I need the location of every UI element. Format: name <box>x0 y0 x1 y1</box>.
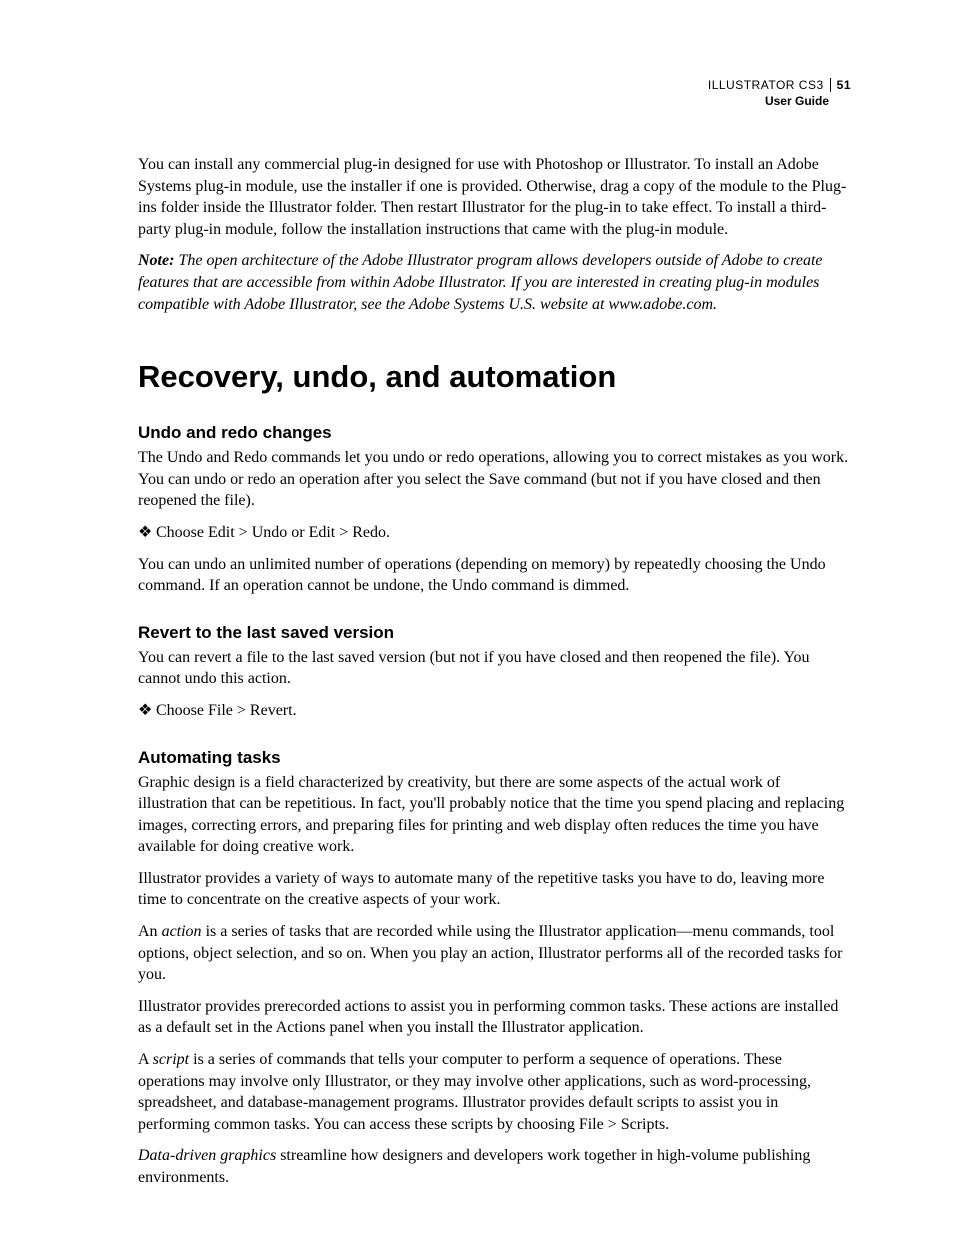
auto-p6-em: Data-driven graphics <box>138 1147 276 1164</box>
product-name: ILLUSTRATOR CS3 <box>708 78 824 92</box>
auto-p6: Data-driven graphics streamline how desi… <box>138 1145 851 1188</box>
intro-paragraph: You can install any commercial plug-in d… <box>138 154 851 240</box>
automating-heading: Automating tasks <box>138 748 851 768</box>
page-content: You can install any commercial plug-in d… <box>138 154 851 1189</box>
page: ILLUSTRATOR CS3 51 User Guide You can ins… <box>0 0 954 1235</box>
revert-heading: Revert to the last saved version <box>138 623 851 643</box>
auto-p3-em: action <box>162 923 202 940</box>
header-line-2: User Guide <box>708 94 851 110</box>
revert-bullet-text: Choose File > Revert. <box>156 702 297 719</box>
header-line-1: ILLUSTRATOR CS3 51 <box>708 78 851 94</box>
section-heading: Recovery, undo, and automation <box>138 359 851 395</box>
auto-p5-a: A <box>138 1051 153 1068</box>
note-label: Note: <box>138 252 174 269</box>
auto-p5-em: script <box>153 1051 189 1068</box>
note-body: The open architecture of the Adobe Illus… <box>138 252 823 312</box>
undo-p1: The Undo and Redo commands let you undo … <box>138 447 851 512</box>
auto-p2: Illustrator provides a variety of ways t… <box>138 868 851 911</box>
page-number: 51 <box>830 78 851 92</box>
running-header: ILLUSTRATOR CS3 51 User Guide <box>708 78 851 109</box>
auto-p4: Illustrator provides prerecorded actions… <box>138 996 851 1039</box>
auto-p3-a: An <box>138 923 162 940</box>
auto-p5-b: is a series of commands that tells your … <box>138 1051 811 1133</box>
revert-bullet: ❖Choose File > Revert. <box>138 700 851 722</box>
undo-heading: Undo and redo changes <box>138 423 851 443</box>
undo-bullet-text: Choose Edit > Undo or Edit > Redo. <box>156 524 390 541</box>
note-paragraph: Note: The open architecture of the Adobe… <box>138 250 851 315</box>
diamond-icon: ❖ <box>138 522 156 544</box>
auto-p3: An action is a series of tasks that are … <box>138 921 851 986</box>
diamond-icon: ❖ <box>138 700 156 722</box>
revert-p1: You can revert a file to the last saved … <box>138 647 851 690</box>
auto-p1: Graphic design is a field characterized … <box>138 772 851 858</box>
auto-p3-b: is a series of tasks that are recorded w… <box>138 923 842 983</box>
undo-bullet: ❖Choose Edit > Undo or Edit > Redo. <box>138 522 851 544</box>
undo-p2: You can undo an unlimited number of oper… <box>138 554 851 597</box>
auto-p5: A script is a series of commands that te… <box>138 1049 851 1135</box>
